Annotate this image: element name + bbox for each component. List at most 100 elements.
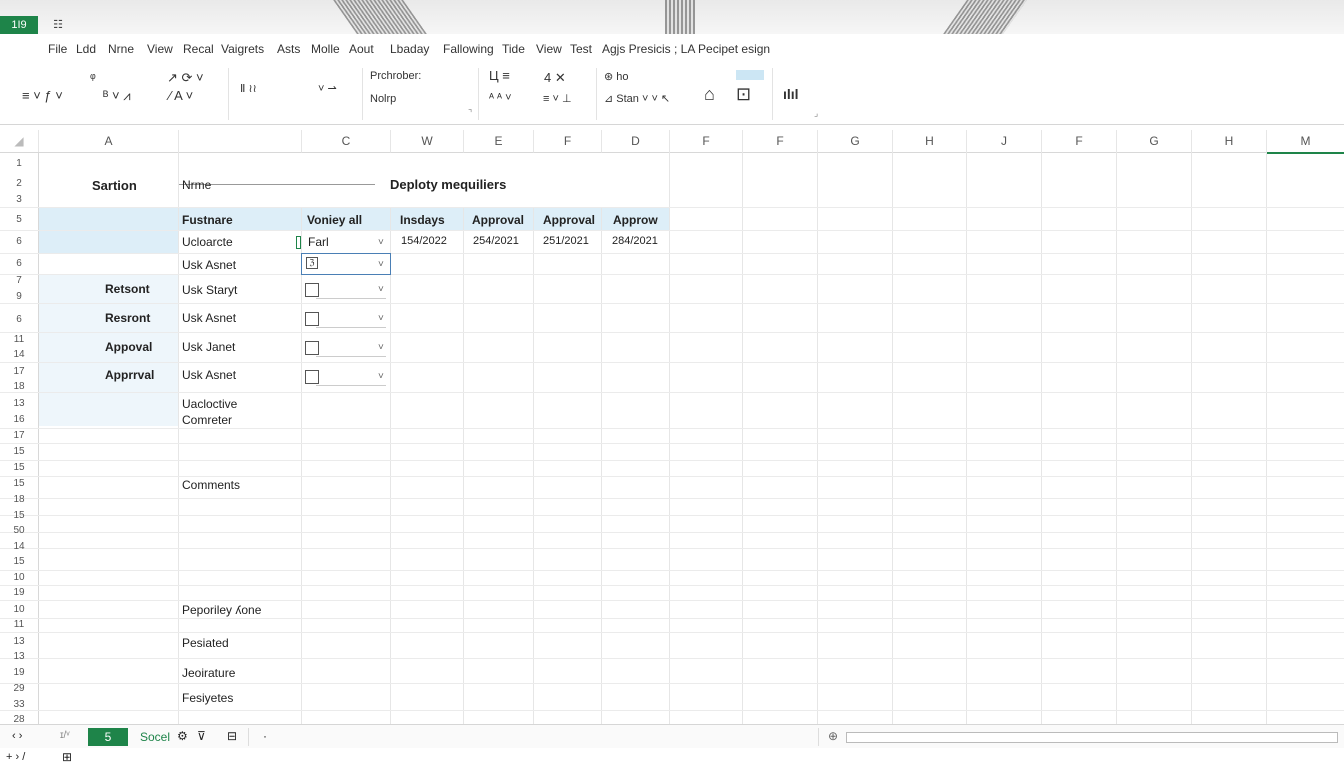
gear-icon[interactable]: ⚙: [177, 729, 188, 743]
underline-icon[interactable]: Ц ≡: [489, 68, 510, 83]
row-header[interactable]: 18: [0, 494, 38, 505]
cell-date-4[interactable]: 284/2021: [612, 235, 658, 247]
spreadsheet-grid[interactable]: ◢ A C W E F D F F G H J F G H M 1 2 3 5 …: [0, 130, 1344, 724]
row-header[interactable]: 33: [0, 699, 38, 710]
chevron-down-icon[interactable]: ˅: [378, 237, 384, 248]
row-header[interactable]: 19: [0, 667, 38, 678]
cell-user[interactable]: Usk Asnet: [182, 258, 236, 272]
cell-date-1[interactable]: 154/2022: [401, 235, 447, 247]
row-header[interactable]: 9: [0, 291, 38, 302]
name-label[interactable]: Nrme: [182, 178, 211, 192]
row-header[interactable]: 5: [0, 214, 38, 225]
menu-lbaday[interactable]: Lbaday: [390, 42, 429, 56]
item-label-1[interactable]: Usk Staryt: [182, 283, 237, 297]
status-nav[interactable]: + › /: [6, 751, 25, 763]
checkbox[interactable]: [305, 283, 319, 297]
header-vendor[interactable]: Voniey all: [307, 213, 362, 227]
cell-date-3[interactable]: 251/2021: [543, 235, 589, 247]
row-header[interactable]: 7: [0, 275, 38, 286]
menu-recal[interactable]: Recal: [183, 42, 214, 56]
menu-design[interactable]: Agjs Presicis ; LA Pecipet esign: [602, 42, 770, 56]
style-dropdown[interactable]: ⊿ Stan ˅ ˅ ↖: [604, 92, 670, 105]
row-header[interactable]: 13: [0, 398, 38, 409]
row-header[interactable]: 14: [0, 541, 38, 552]
row-header[interactable]: 28: [0, 714, 38, 724]
menu-home[interactable]: Nrne: [108, 42, 134, 56]
cell-date-2[interactable]: 254/2021: [473, 235, 519, 247]
column-header-j[interactable]: G: [818, 130, 893, 153]
menu-asts[interactable]: Asts: [277, 42, 300, 56]
item-label-3[interactable]: Usk Janet: [182, 340, 235, 354]
columns-icon[interactable]: Ⅱ ≀≀: [240, 82, 257, 95]
horizontal-scrollbar[interactable]: [846, 732, 1338, 743]
item-label-2[interactable]: Usk Asnet: [182, 311, 236, 325]
row-header[interactable]: 18: [0, 381, 38, 392]
row-header[interactable]: 15: [0, 478, 38, 489]
checkbox[interactable]: ℨ: [306, 257, 318, 269]
row-header[interactable]: 14: [0, 349, 38, 360]
row-header[interactable]: 50: [0, 525, 38, 536]
row-header[interactable]: 13: [0, 651, 38, 662]
left-label-2[interactable]: Resront: [105, 311, 150, 325]
grid-icon[interactable]: ☷: [46, 16, 70, 34]
misc-pesiated[interactable]: Pesiated: [182, 636, 229, 650]
column-header-c[interactable]: C: [302, 130, 391, 153]
misc-inactive[interactable]: Uacloctive: [182, 397, 237, 411]
font-color-icon[interactable]: ⁄ A ˅: [169, 88, 193, 103]
wrap-text-icon[interactable]: ≡ ˅ ⊥: [543, 92, 572, 105]
menu-vaigrets[interactable]: Vaigrets: [221, 42, 264, 56]
chevron-down-icon[interactable]: ˅: [378, 284, 384, 295]
chart-icon[interactable]: ılıl: [783, 86, 799, 102]
row-header[interactable]: 11: [0, 619, 38, 630]
group-expand-icon[interactable]: ⌝: [468, 108, 472, 119]
header-insdays[interactable]: Insdays: [400, 213, 445, 227]
column-header-e[interactable]: E: [464, 130, 534, 153]
sheet-list-icon[interactable]: ⊟: [227, 729, 237, 743]
sheet-tab-active[interactable]: 5: [88, 728, 128, 746]
misc-signature[interactable]: Jeoirature: [182, 666, 235, 680]
format-icon[interactable]: ⊡: [736, 84, 751, 105]
chevron-down-icon[interactable]: ˅: [378, 371, 384, 382]
row-header[interactable]: 1: [0, 158, 38, 169]
row-header[interactable]: 2: [0, 178, 38, 189]
insert-icon[interactable]: ⊛ ho: [604, 70, 629, 83]
misc-completer[interactable]: Comreter: [182, 413, 232, 427]
select-all-corner[interactable]: ◢: [0, 130, 39, 153]
row-header[interactable]: 17: [0, 430, 38, 441]
column-header-o[interactable]: H: [1192, 130, 1267, 153]
row-header[interactable]: 3: [0, 194, 38, 205]
row-header[interactable]: 10: [0, 572, 38, 583]
header-approval-3[interactable]: Approw: [613, 213, 658, 227]
menu-view-2[interactable]: View: [536, 42, 562, 56]
zoom-icon[interactable]: ⊕: [828, 729, 838, 743]
row-header[interactable]: 15: [0, 556, 38, 567]
column-header-h[interactable]: F: [670, 130, 743, 153]
row-header[interactable]: 16: [0, 414, 38, 425]
app-badge[interactable]: 1I9: [0, 16, 38, 34]
menu-view[interactable]: View: [147, 42, 173, 56]
column-header-p[interactable]: M: [1267, 130, 1344, 154]
row-header[interactable]: 11: [0, 334, 38, 345]
cell-vendor[interactable]: Farl: [308, 235, 329, 249]
column-header-d[interactable]: W: [391, 130, 464, 153]
menu-test[interactable]: Test: [570, 42, 592, 56]
column-header-n[interactable]: G: [1117, 130, 1192, 153]
row-header[interactable]: 6: [0, 314, 38, 325]
column-header-i[interactable]: F: [743, 130, 818, 153]
row-header[interactable]: 13: [0, 636, 38, 647]
checkbox[interactable]: [305, 370, 319, 384]
home-icon[interactable]: ⌂: [704, 84, 715, 105]
row-header[interactable]: 6: [0, 258, 38, 269]
menu-file[interactable]: File: [48, 42, 67, 56]
row-header[interactable]: 15: [0, 446, 38, 457]
bold-icon[interactable]: ᴮ ˅ ⩘: [103, 88, 131, 104]
column-header-g[interactable]: D: [602, 130, 670, 153]
redo-icon[interactable]: ↗ ⟳ ˅: [167, 70, 204, 86]
row-header[interactable]: 15: [0, 510, 38, 521]
number-format-label[interactable]: Prchrober:: [370, 70, 421, 82]
menu-tide[interactable]: Tide: [502, 42, 525, 56]
row-header[interactable]: 19: [0, 587, 38, 598]
menu-molle[interactable]: Molle: [311, 42, 340, 56]
menu-about[interactable]: Aout: [349, 42, 374, 56]
left-label-1[interactable]: Retsont: [105, 282, 150, 296]
